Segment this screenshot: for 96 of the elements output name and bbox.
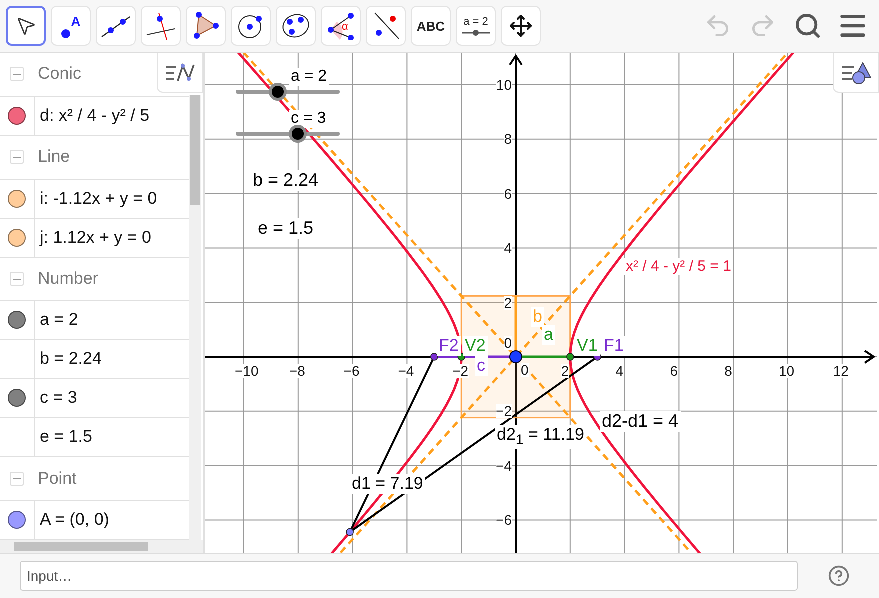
object-label: e = 1.5 [256, 218, 316, 239]
collapse-icon[interactable] [10, 472, 24, 486]
object-label: d2-d1 = 4 [600, 411, 681, 432]
collapse-icon[interactable] [10, 150, 24, 164]
slider-tool[interactable]: a = 2 [456, 6, 496, 46]
tick-label: 0 [504, 336, 512, 350]
slider-icon [462, 30, 490, 36]
slider-label: c = 3 [289, 110, 328, 128]
angle-icon [327, 12, 355, 40]
tick-label: 10 [496, 78, 512, 92]
tick-label: 0 [521, 363, 529, 377]
group-header: Conic [38, 64, 82, 84]
object-label: c [475, 356, 488, 376]
object-label: a [542, 325, 556, 345]
tick-label: 2 [561, 364, 570, 378]
collapse-icon[interactable] [10, 272, 24, 286]
algebra-item[interactable]: d: x² / 4 - y² / 5 [35, 106, 150, 126]
tick-label: 2 [504, 296, 512, 310]
move-tool[interactable] [6, 6, 46, 46]
algebra-item[interactable]: A = (0, 0) [35, 510, 110, 530]
algebra-item[interactable]: i: -1.12x + y = 0 [35, 188, 158, 209]
algebra-item[interactable]: a = 2 [35, 310, 78, 330]
group-header: Line [38, 147, 70, 168]
algebra-item[interactable]: c = 3 [35, 388, 78, 408]
object-label: V1 [575, 336, 600, 356]
visibility-dot[interactable] [8, 389, 26, 408]
tick-label: −2 [496, 404, 512, 418]
tick-label: −10 [235, 364, 259, 378]
tick-label: 4 [616, 364, 624, 378]
conic-tool[interactable] [276, 6, 316, 46]
object-label: V2 [463, 336, 488, 356]
visibility-dot[interactable] [8, 228, 26, 247]
point [510, 350, 522, 364]
object-label: x² / 4 - y² / 5 = 1 [624, 258, 734, 276]
arrow-pointer-icon [15, 15, 37, 37]
tick-label: −6 [496, 513, 512, 528]
tick-label: −4 [398, 364, 414, 378]
slider-tool-label: a = 2 [464, 16, 488, 28]
group-header: Point [38, 468, 77, 489]
horizontal-scrollbar[interactable] [0, 540, 203, 553]
move-view-tool[interactable] [501, 6, 541, 46]
algebra-item[interactable]: e = 1.5 [35, 427, 92, 448]
perpendicular-tool[interactable] [141, 6, 181, 46]
angle-symbol: α [342, 21, 348, 33]
perpendicular-lines-icon [145, 11, 177, 41]
vertical-scrollbar[interactable] [189, 95, 201, 540]
input-field[interactable]: Input… [20, 561, 798, 591]
algebra-item[interactable]: b = 2.24 [35, 349, 102, 370]
tick-label: −8 [289, 364, 306, 378]
visibility-dot[interactable] [8, 511, 26, 530]
search-icon [794, 12, 822, 40]
point [566, 353, 574, 361]
slider[interactable] [236, 83, 342, 101]
algebra-toggle[interactable] [157, 53, 203, 93]
tick-label: −6 [344, 364, 360, 378]
tick-label: 10 [779, 364, 795, 378]
point-icon [61, 28, 72, 38]
collapse-icon[interactable] [10, 67, 24, 82]
object-label: F2 [437, 336, 461, 356]
angle-tool[interactable]: α [321, 6, 361, 46]
ellipse-icon [281, 12, 311, 40]
polygon-tool[interactable] [186, 6, 226, 46]
tick-label: 6 [670, 364, 678, 378]
tick-label: −2 [452, 364, 469, 378]
object-label: b [531, 307, 544, 327]
tick-label: 12 [833, 364, 849, 378]
point [430, 353, 438, 361]
object-label: F1 [602, 336, 626, 356]
visibility-dot[interactable] [8, 190, 26, 208]
circle-tool[interactable] [231, 6, 271, 46]
object-label: b = 2.24 [251, 170, 321, 191]
visibility-dot[interactable] [8, 106, 26, 125]
help-icon[interactable] [828, 565, 850, 587]
four-way-arrow-icon [509, 14, 533, 38]
tick-label: 8 [504, 132, 512, 146]
reflect-tool[interactable] [366, 6, 406, 46]
tick-label: 8 [724, 364, 732, 378]
tick-label: 4 [504, 241, 512, 256]
line-tool[interactable] [96, 6, 136, 46]
tick-label: 6 [504, 186, 512, 201]
object-label: d1 = 7.19 [350, 474, 426, 494]
list-graph-icon [164, 62, 196, 84]
point [346, 528, 354, 536]
triangle-icon [193, 12, 219, 40]
algebra-item[interactable]: j: 1.12x + y = 0 [35, 228, 152, 248]
point-tool[interactable]: A [51, 6, 91, 46]
slider[interactable] [236, 125, 342, 143]
list-triangle-icon [840, 60, 872, 86]
visibility-dot[interactable] [8, 311, 26, 330]
style-bar-toggle[interactable] [833, 53, 879, 93]
point-tool-label: A [71, 14, 81, 28]
tick-label: −4 [496, 458, 512, 473]
slider-label: a = 2 [289, 68, 330, 86]
group-header: Number [38, 269, 98, 290]
object-label: d2$_{1}$ = 11.19 [495, 425, 586, 449]
text-tool[interactable]: ABC [411, 6, 451, 46]
